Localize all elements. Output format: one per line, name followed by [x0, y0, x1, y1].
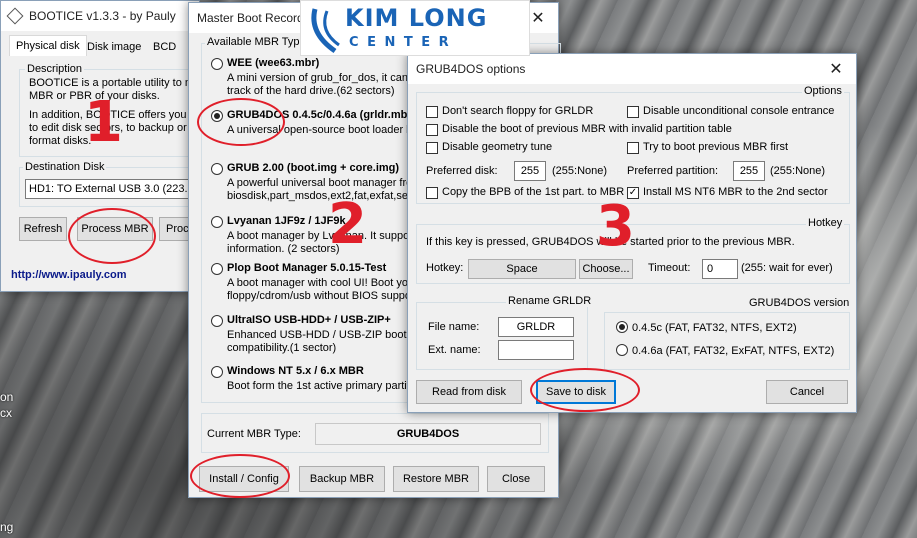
timeout-label: Timeout:	[648, 262, 691, 274]
mbr-type-description: biosdisk,part_msdos,ext2,fat,exfat,se	[227, 190, 408, 202]
app-icon	[6, 7, 24, 25]
preferred-disk-label: Preferred disk:	[426, 165, 498, 177]
no-floppy-label: Don't search floppy for GRLDR	[442, 105, 594, 117]
highlight-ring-process-mbr	[68, 208, 156, 264]
window-title: GRUB4DOS options	[416, 62, 526, 76]
timeout-input[interactable]: 0	[702, 259, 738, 279]
version-group	[604, 312, 850, 370]
version-045c-label: 0.4.5c (FAT, FAT32, NTFS, EXT2)	[632, 322, 797, 334]
mbr-types-title: Available MBR Types	[205, 36, 314, 48]
description-line: format disks.	[29, 135, 92, 147]
version-046a-radio[interactable]	[616, 344, 628, 356]
version-046a-label: 0.4.6a (FAT, FAT32, ExFAT, NTFS, EXT2)	[632, 345, 835, 357]
current-mbr-label: Current MBR Type:	[207, 428, 301, 440]
disable-prev-mbr-checkbox[interactable]	[426, 124, 438, 136]
mbr-type-description: Boot form the 1st active primary partit	[227, 380, 410, 392]
mbr-type-name: Plop Boot Manager 5.0.15-Test	[227, 262, 387, 274]
tab-disk-image[interactable]: Disk image	[85, 39, 143, 55]
destination-title: Destination Disk	[23, 161, 107, 173]
hotkey-input[interactable]: Space	[468, 259, 576, 279]
mbr-type-radio[interactable]	[211, 163, 223, 175]
hotkey-title: Hotkey	[806, 217, 845, 229]
cancel-button[interactable]: Cancel	[766, 380, 848, 404]
geometry-tune-label: Disable geometry tune	[442, 141, 553, 153]
mbr-type-radio[interactable]	[211, 315, 223, 327]
rename-grldr-title: Rename GRLDR	[506, 295, 594, 307]
desktop-icon-label: on	[0, 390, 14, 404]
mbr-type-name: WEE (wee63.mbr)	[227, 57, 320, 69]
mbr-type-description: A powerful universal boot manager fro	[227, 177, 413, 189]
disable-prev-mbr-label: Disable the boot of previous MBR with in…	[442, 123, 732, 135]
highlight-ring-save	[530, 368, 640, 412]
file-name-input[interactable]: GRLDR	[498, 317, 574, 337]
tab-bcd[interactable]: BCD	[151, 39, 178, 55]
version-045c-radio[interactable]	[616, 321, 628, 333]
refresh-button[interactable]: Refresh	[19, 217, 67, 241]
step-number-1: 1	[84, 90, 123, 155]
mbr-type-name: UltraISO USB-HDD+ / USB-ZIP+	[227, 314, 391, 326]
mbr-type-description: A mini version of grub_for_dos, it can	[227, 72, 408, 84]
bootice-titlebar: BOOTICE v1.3.3 - by Pauly	[1, 1, 199, 31]
window-title: BOOTICE v1.3.3 - by Pauly	[29, 9, 176, 23]
logo-swoosh-icon	[311, 8, 340, 54]
restore-mbr-button[interactable]: Restore MBR	[393, 466, 479, 492]
preferred-partition-label: Preferred partition:	[627, 165, 719, 177]
website-link[interactable]: http://www.ipauly.com	[11, 269, 127, 281]
close-button[interactable]: Close	[487, 466, 545, 492]
tab-physical-disk[interactable]: Physical disk	[9, 35, 87, 56]
mbr-type-description: A boot manager by Lvyanan. It suppo	[227, 230, 410, 242]
backup-mbr-button[interactable]: Backup MBR	[299, 466, 385, 492]
window-title: Master Boot Record	[197, 11, 304, 25]
mbr-type-radio[interactable]	[211, 263, 223, 275]
highlight-ring-grub4dos	[197, 98, 285, 146]
mbr-type-name: Windows NT 5.x / 6.x MBR	[227, 365, 364, 377]
destination-disk-select[interactable]: HD1: TO External USB 3.0 (223.6	[25, 179, 201, 199]
highlight-ring-install	[190, 454, 290, 498]
close-icon[interactable]: ✕	[816, 54, 856, 84]
logo-line-1: KIM LONG	[345, 4, 488, 32]
copy-bpb-checkbox[interactable]	[426, 187, 438, 199]
preferred-partition-input[interactable]: 255	[733, 161, 765, 181]
try-prev-mbr-checkbox[interactable]	[627, 142, 639, 154]
mbr-type-description: Enhanced USB-HDD / USB-ZIP boot pro	[227, 329, 426, 341]
mbr-type-radio[interactable]	[211, 216, 223, 228]
ext-name-input[interactable]	[498, 340, 574, 360]
mbr-type-description: information. (2 sectors)	[227, 243, 340, 255]
mbr-type-description: A boot manager with cool UI! Boot you	[227, 277, 415, 289]
install-nt6-label: Install MS NT6 MBR to the 2nd sector	[643, 186, 828, 198]
try-prev-mbr-label: Try to boot previous MBR first	[643, 141, 789, 153]
g4d-titlebar: GRUB4DOS options ✕	[408, 54, 856, 84]
geometry-tune-checkbox[interactable]	[426, 142, 438, 154]
desktop-icon-label: ng	[0, 520, 14, 534]
mbr-type-radio[interactable]	[211, 366, 223, 378]
mbr-type-description: compatibility.(1 sector)	[227, 342, 337, 354]
description-line: BOOTICE is a portable utility to m	[29, 77, 195, 89]
unconditional-console-label: Disable unconditional console entrance	[643, 105, 835, 117]
ext-name-label: Ext. name:	[428, 344, 481, 356]
timeout-note: (255: wait for ever)	[741, 262, 833, 274]
current-mbr-value: GRUB4DOS	[315, 423, 541, 445]
mbr-type-description: track of the hard drive.(62 sectors)	[227, 85, 395, 97]
mbr-type-name: GRUB 2.00 (boot.img + core.img)	[227, 162, 400, 174]
unconditional-console-checkbox[interactable]	[627, 106, 639, 118]
file-name-label: File name:	[428, 321, 480, 333]
options-title: Options	[802, 85, 844, 97]
mbr-type-description: floppy/cdrom/usb without BIOS suppo	[227, 290, 412, 302]
preferred-disk-input[interactable]: 255	[514, 161, 546, 181]
no-floppy-checkbox[interactable]	[426, 106, 438, 118]
desktop-icon-label: cx	[0, 406, 12, 420]
step-number-2: 2	[328, 192, 367, 257]
preferred-partition-note: (255:None)	[770, 165, 826, 177]
hotkey-label: Hotkey:	[426, 262, 464, 274]
kim-long-center-logo: KIM LONG C E N T E R	[300, 0, 530, 56]
mbr-type-radio[interactable]	[211, 58, 223, 70]
choose-hotkey-button[interactable]: Choose...	[579, 259, 633, 279]
step-number-3: 3	[596, 194, 635, 259]
preferred-disk-note: (255:None)	[552, 165, 608, 177]
read-from-disk-button[interactable]: Read from disk	[416, 380, 522, 404]
logo-line-2: C E N T E R	[349, 35, 451, 50]
description-title: Description	[25, 63, 85, 75]
version-title: GRUB4DOS version	[747, 297, 852, 309]
